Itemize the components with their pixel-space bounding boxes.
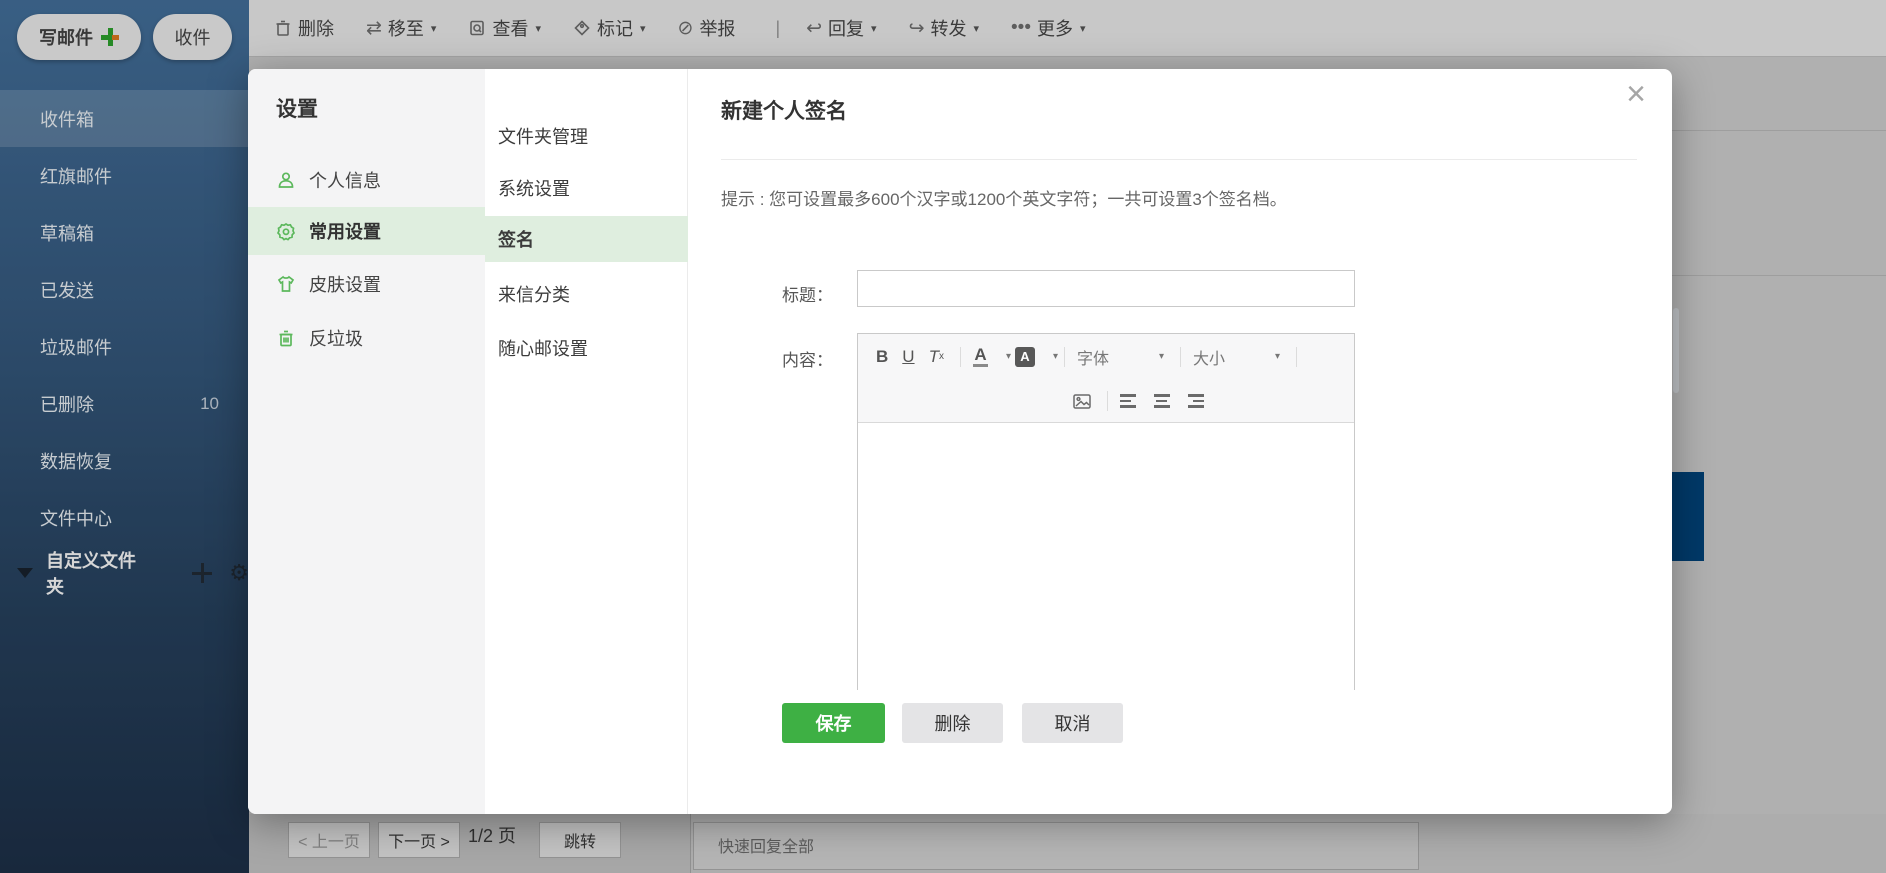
subnav-label: 文件夹管理: [498, 127, 588, 147]
highlight-color-icon[interactable]: A: [1014, 346, 1035, 367]
settings-subnav-column: 文件夹管理 系统设置 签名 来信分类 随心邮设置: [485, 69, 688, 814]
settings-nav-anti-spam[interactable]: 反垃圾: [248, 314, 485, 362]
trash-bin-icon: [275, 327, 297, 349]
subnav-folder-management[interactable]: 文件夹管理: [485, 113, 688, 159]
align-center-icon[interactable]: [1153, 394, 1170, 408]
subnav-label: 签名: [498, 230, 534, 250]
user-icon: [275, 169, 297, 191]
caret-down-icon[interactable]: ▾: [1006, 351, 1011, 362]
close-icon[interactable]: ×: [1626, 77, 1646, 111]
subnav-label: 系统设置: [498, 179, 570, 199]
subnav-label: 随心邮设置: [498, 339, 588, 359]
content-field-label: 内容：: [782, 351, 833, 370]
settings-nav-skin-settings[interactable]: 皮肤设置: [248, 260, 485, 308]
panel-divider: [721, 159, 1637, 160]
editor-toolbar: B U Tx A ▾ A ▾ 字体 ▾ 大小 ▾: [858, 334, 1354, 423]
subnav-incoming-classification[interactable]: 来信分类: [485, 271, 688, 317]
font-dropdown-label: 字体: [1077, 350, 1110, 368]
settings-nav-personal-info[interactable]: 个人信息: [248, 156, 485, 204]
app-window: 写邮件 收件 收件箱 红旗邮件 草稿箱 已发送 垃圾邮件 已删除 10 数据恢复…: [0, 0, 1886, 873]
caret-down-icon: ▾: [1159, 351, 1165, 362]
nav-label: 皮肤设置: [309, 275, 381, 295]
toolbar-separator: [1180, 346, 1182, 367]
signature-content-textarea[interactable]: [858, 423, 1354, 690]
tshirt-icon: [275, 273, 297, 295]
gear-icon: [275, 220, 297, 242]
panel-title: 新建个人签名: [721, 100, 847, 123]
delete-signature-button[interactable]: 删除: [902, 703, 1003, 743]
signature-panel: × 新建个人签名 提示 : 您可设置最多600个汉字或1200个英文字符；一共可…: [688, 69, 1672, 814]
subnav-label: 来信分类: [498, 285, 570, 305]
font-color-icon[interactable]: A: [972, 346, 988, 367]
nav-label: 反垃圾: [309, 329, 363, 349]
toolbar-separator: [959, 346, 961, 367]
subnav-signature[interactable]: 签名: [485, 216, 688, 262]
insert-image-icon[interactable]: [1072, 393, 1091, 409]
align-right-icon[interactable]: [1187, 394, 1204, 408]
caret-down-icon[interactable]: ▾: [1053, 351, 1058, 362]
font-family-dropdown[interactable]: 字体 ▾: [1077, 345, 1168, 369]
cancel-button[interactable]: 取消: [1022, 703, 1123, 743]
settings-nav-column: 设置 个人信息 常用设置 皮肤设置 反垃圾: [248, 69, 485, 814]
signature-title-input[interactable]: [857, 270, 1355, 307]
font-size-dropdown[interactable]: 大小 ▾: [1193, 345, 1284, 369]
caret-down-icon: ▾: [1275, 351, 1281, 362]
signature-hint-text: 提示 : 您可设置最多600个汉字或1200个英文字符；一共可设置3个签名档。: [721, 190, 1287, 209]
save-button[interactable]: 保存: [782, 703, 885, 743]
settings-nav-common-settings[interactable]: 常用设置: [248, 207, 485, 255]
subnav-system-settings[interactable]: 系统设置: [485, 165, 688, 211]
toolbar-separator: [1296, 346, 1298, 367]
underline-icon[interactable]: U: [902, 348, 914, 365]
nav-label: 常用设置: [309, 222, 381, 242]
toolbar-separator: [1064, 346, 1066, 367]
rich-text-editor: B U Tx A ▾ A ▾ 字体 ▾ 大小 ▾: [857, 333, 1355, 690]
subnav-suixin-mail-settings[interactable]: 随心邮设置: [485, 325, 688, 371]
nav-label: 个人信息: [309, 171, 381, 191]
size-dropdown-label: 大小: [1193, 350, 1226, 368]
action-buttons: 保存 删除 取消: [688, 703, 1672, 743]
title-field-label: 标题：: [782, 286, 833, 305]
settings-modal: 设置 个人信息 常用设置 皮肤设置 反垃圾 文件夹管理 系统设置 签名 来信分类…: [248, 69, 1672, 814]
settings-title: 设置: [276, 98, 318, 121]
align-left-icon[interactable]: [1119, 394, 1136, 408]
clear-format-icon[interactable]: Tx: [929, 348, 944, 365]
bold-icon[interactable]: B: [876, 348, 888, 365]
toolbar-separator: [1106, 391, 1108, 411]
